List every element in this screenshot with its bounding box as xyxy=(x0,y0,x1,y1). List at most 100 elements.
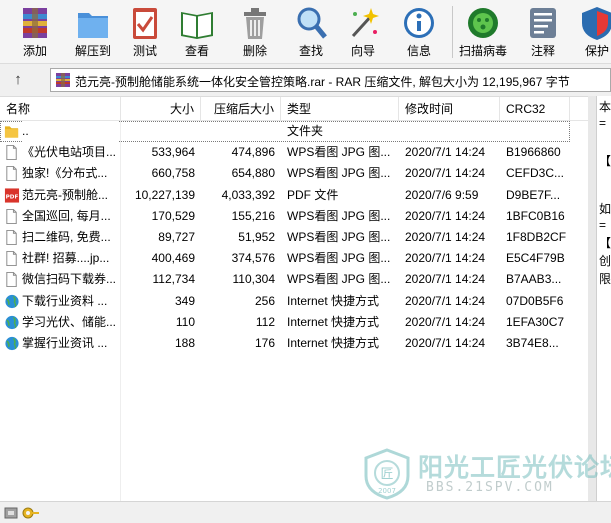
file-modified: 2020/7/1 14:24 xyxy=(405,251,486,266)
toolbar-comment-button[interactable]: 注释 xyxy=(516,2,570,62)
virus-scan-icon xyxy=(468,8,498,38)
file-crc xyxy=(506,121,570,142)
file-row[interactable]: 独家!《分布式... 660,758 654,880 WPS看图 JPG 图... 20… xyxy=(0,163,588,184)
file-row[interactable]: 扫二维码, 免费... 89,727 51,952 WPS看图 JPG 图... 202… xyxy=(0,227,588,248)
vertical-scrollbar[interactable] xyxy=(588,96,596,501)
wizard-wand-icon xyxy=(351,8,379,38)
file-crc: E5C4F79B xyxy=(506,251,565,266)
file-size: 188 xyxy=(174,335,195,350)
toolbar-button-label: 测试 xyxy=(132,44,157,58)
file-type: WPS看图 JPG 图... xyxy=(287,272,391,287)
file-type: 文件夹 xyxy=(287,124,324,138)
file-modified: 2020/7/1 14:24 xyxy=(405,166,486,181)
file-row[interactable]: 社群! 招募....jp... 400,469 374,576 WPS看图 JPG 图… xyxy=(0,248,588,269)
file-type: WPS看图 JPG 图... xyxy=(287,166,391,181)
toolbar-magnifier-button[interactable]: 查找 xyxy=(284,2,338,62)
toolbar-button-label: 向导 xyxy=(350,44,375,58)
internet-shortcut-icon xyxy=(5,294,19,308)
file-row[interactable]: 全国巡回, 每月... 170,529 155,216 WPS看图 JPG 图... 2… xyxy=(0,206,588,227)
file-size: 10,227,139 xyxy=(134,187,195,202)
shield-protect-icon xyxy=(582,7,611,40)
file-modified: 2020/7/1 14:24 xyxy=(405,293,486,308)
file-type: WPS看图 JPG 图... xyxy=(287,251,391,266)
file-row[interactable]: 《光伏电站项目... 533,964 474,896 WPS看图 JPG 图... 20… xyxy=(0,142,588,163)
toolbar-separator xyxy=(452,6,453,58)
column-header-packed[interactable]: 压缩后大小 xyxy=(201,97,281,121)
file-size: 400,469 xyxy=(151,251,195,266)
file-name: 《光伏电站项目... xyxy=(22,145,117,160)
toolbar-info-button[interactable]: 信息 xyxy=(392,2,446,62)
toolbar-extract-folder-button[interactable]: 解压到 xyxy=(66,2,120,62)
image-file-icon xyxy=(6,166,17,182)
file-packed: 474,896 xyxy=(231,145,275,160)
file-name: .. xyxy=(22,121,118,142)
file-crc: 1EFA30C7 xyxy=(506,314,565,329)
key-lock-status-icon[interactable] xyxy=(4,505,40,521)
file-list: 名称 大小 压缩后大小 类型 修改时间 CRC32 .. 文件夹《光伏电站项目..… xyxy=(0,96,588,502)
column-header-crc[interactable]: CRC32 xyxy=(500,97,570,121)
file-row[interactable]: PDF 范元亮-预制舱... 10,227,139 4,033,392 PDF 文件 20… xyxy=(0,185,588,206)
toolbar-shield-protect-button[interactable]: 保护 xyxy=(570,2,611,62)
parent-folder-row[interactable]: .. 文件夹 xyxy=(0,121,570,143)
file-row[interactable]: 掌握行业资讯 ... 188 176 Internet 快捷方式 2020/7/1 14… xyxy=(0,333,588,354)
column-header-type[interactable]: 类型 xyxy=(281,97,399,121)
extract-folder-icon xyxy=(78,13,108,38)
file-size: 349 xyxy=(174,293,195,308)
toolbar-add-archive-button[interactable]: 添加 xyxy=(8,2,62,62)
list-header: 名称 大小 压缩后大小 类型 修改时间 CRC32 xyxy=(0,97,588,121)
image-file-icon xyxy=(6,229,17,245)
magnifier-icon xyxy=(297,7,327,39)
internet-shortcut-icon xyxy=(5,315,19,329)
file-size: 660,758 xyxy=(151,166,195,181)
file-name: 微信扫码下载券... xyxy=(22,272,117,287)
file-size xyxy=(121,121,195,142)
preview-text-line: 【 xyxy=(599,236,611,250)
file-crc: B7AAB3... xyxy=(506,272,562,287)
toolbar: 添加 解压到 测试 查看 删除 查找 向导 信息 扫描病毒 注释 保护 xyxy=(0,0,611,64)
file-name: 下载行业资料 ... xyxy=(22,293,108,308)
file-packed: 110,304 xyxy=(232,272,276,287)
image-file-icon xyxy=(6,272,17,288)
add-archive-icon xyxy=(23,8,47,38)
toolbar-test-clipboard-button[interactable]: 测试 xyxy=(118,2,172,62)
file-size: 112,734 xyxy=(152,272,196,287)
file-name: 扫二维码, 免费... xyxy=(22,229,111,244)
file-packed: 155,216 xyxy=(231,208,275,223)
toolbar-view-book-button[interactable]: 查看 xyxy=(170,2,224,62)
file-name: 掌握行业资讯 ... xyxy=(22,335,108,350)
winrar-window: 添加 解压到 测试 查看 删除 查找 向导 信息 扫描病毒 注释 保护 ↑ 范元亮-预制舱储能系统一… xyxy=(0,0,611,523)
column-header-size[interactable]: 大小 xyxy=(121,97,201,121)
path-field[interactable]: 范元亮-预制舱储能系统一体化安全管控策略.rar - RAR 压缩文件, 解包大… xyxy=(50,68,611,92)
up-arrow-icon[interactable]: ↑ xyxy=(8,70,28,90)
preview-text-line: 创 xyxy=(599,254,611,268)
toolbar-wizard-wand-button[interactable]: 向导 xyxy=(336,2,390,62)
file-row[interactable]: 下载行业资料 ... 349 256 Internet 快捷方式 2020/7/1 14… xyxy=(0,291,588,312)
column-header-modified[interactable]: 修改时间 xyxy=(399,97,500,121)
file-packed: 654,880 xyxy=(231,166,275,181)
file-modified: 2020/7/1 14:24 xyxy=(405,208,486,223)
file-type: Internet 快捷方式 xyxy=(287,314,380,329)
file-type: Internet 快捷方式 xyxy=(287,335,380,350)
file-type: Internet 快捷方式 xyxy=(287,293,380,308)
toolbar-trash-button[interactable]: 删除 xyxy=(228,2,282,62)
archive-path-text: 范元亮-预制舱储能系统一体化安全管控策略.rar - RAR 压缩文件, 解包大… xyxy=(75,75,570,89)
file-modified: 2020/7/1 14:24 xyxy=(405,335,486,350)
file-packed: 256 xyxy=(254,293,275,308)
column-header-name[interactable]: 名称 xyxy=(0,97,121,121)
file-packed: 4,033,392 xyxy=(221,187,275,202)
preview-text-line: 限 xyxy=(599,272,611,286)
file-row[interactable]: 学习光伏、储能... 110 112 Internet 快捷方式 2020/7/1 14… xyxy=(0,312,588,333)
image-file-icon xyxy=(6,145,17,161)
toolbar-button-label: 扫描病毒 xyxy=(458,44,507,58)
file-packed: 374,576 xyxy=(231,251,275,266)
file-modified: 2020/7/1 14:24 xyxy=(405,145,486,160)
file-type: PDF 文件 xyxy=(287,187,339,202)
file-name: 范元亮-预制舱... xyxy=(22,187,108,202)
rar-archive-icon xyxy=(56,73,70,87)
file-row[interactable]: 微信扫码下载券... 112,734 110,304 WPS看图 JPG 图... 20… xyxy=(0,269,588,290)
toolbar-virus-scan-button[interactable]: 扫描病毒 xyxy=(456,2,510,62)
file-crc: 1BFC0B16 xyxy=(506,208,565,223)
toolbar-button-label: 删除 xyxy=(242,44,267,58)
toolbar-button-label: 查看 xyxy=(184,44,209,58)
file-crc: 07D0B5F6 xyxy=(506,293,564,308)
